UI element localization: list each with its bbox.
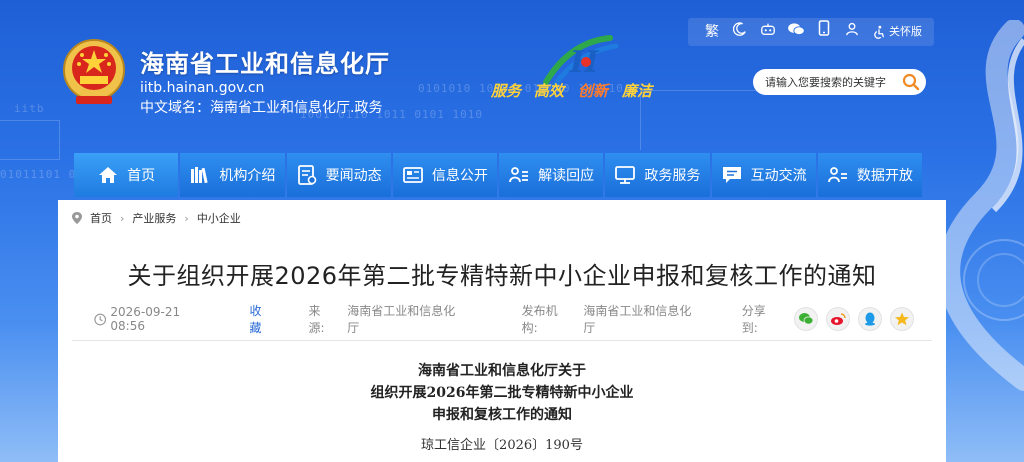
person-data-icon <box>827 167 847 183</box>
source-value: 海南省工业和信息化厅 <box>347 304 456 335</box>
document-number: 琼工信企业〔2026〕190号 <box>421 438 583 453</box>
chat-icon <box>722 167 741 183</box>
breadcrumb-industry-services[interactable]: 产业服务 <box>132 210 176 226</box>
search-input[interactable] <box>765 75 895 89</box>
source-label: 来源: <box>308 304 325 335</box>
mobile-icon[interactable] <box>810 18 838 46</box>
article-meta: 2026-09-21 08:56 收藏 来源: 海南省工业和信息化厅 发布机构:… <box>94 304 914 335</box>
clock-icon <box>94 313 107 325</box>
home-icon <box>99 167 118 183</box>
person-list-icon <box>509 167 529 183</box>
nav-item-label: 政务服务 <box>644 168 701 184</box>
user-icon[interactable] <box>838 18 866 46</box>
chinese-domain: 中文域名：海南省工业和信息化厅.政务 <box>140 100 383 116</box>
publish-date: 2026-09-21 08:56 <box>110 305 181 333</box>
nav-item-label: 首页 <box>127 168 156 184</box>
document-icon <box>297 165 316 185</box>
meta-divider <box>72 340 932 341</box>
nav-item-label: 机构介绍 <box>219 168 276 184</box>
qq-share-button[interactable] <box>857 307 882 331</box>
breadcrumb-home[interactable]: 首页 <box>90 210 112 226</box>
wechat-icon[interactable] <box>782 18 810 46</box>
circuit-decoration <box>640 90 760 150</box>
publisher-value: 海南省工业和信息化厅 <box>583 304 692 335</box>
binary-decoration: iitb <box>14 102 45 115</box>
nav-item-label: 解读回应 <box>538 168 595 184</box>
document-heading-line: 申报和复核工作的通知 <box>432 407 572 423</box>
wechat-share-button[interactable] <box>793 307 818 331</box>
slogan-service: 服务 <box>491 82 522 100</box>
nav-item-home[interactable]: 首页 <box>74 153 179 197</box>
main-nav: 首页 机构介绍 要闻动态 信息公开 解读回应 政务服务 互动交流 数据开放 <box>74 153 922 197</box>
search-icon[interactable] <box>902 73 920 91</box>
qq-share-icon <box>864 312 875 326</box>
nav-item-organization[interactable]: 机构介绍 <box>180 153 285 197</box>
qzone-share-button[interactable] <box>889 307 914 331</box>
document-heading-line: 海南省工业和信息化厅关于 <box>418 363 586 379</box>
newspaper-icon <box>402 167 423 183</box>
weibo-share-button[interactable] <box>825 307 850 331</box>
slogan-innovation: 创新 <box>578 82 609 100</box>
accessibility-icon <box>874 25 885 39</box>
care-mode-label: 关怀版 <box>889 25 922 38</box>
nav-item-label: 信息公开 <box>431 168 488 184</box>
article-title: 关于组织开展2026年第二批专精特新中小企业申报和复核工作的通知 <box>127 262 877 290</box>
publisher-label: 发布机构: <box>521 304 558 335</box>
breadcrumb: 首页 › 产业服务 › 中小企业 <box>72 210 241 226</box>
breadcrumb-separator: › <box>120 211 125 225</box>
traditional-chinese-toggle[interactable]: 繁 <box>698 18 726 46</box>
nav-item-interaction[interactable]: 互动交流 <box>711 153 816 197</box>
site-title[interactable]: 海南省工业和信息化厅 <box>140 44 390 79</box>
care-mode-link[interactable]: 关怀版 <box>872 18 922 46</box>
breadcrumb-separator: › <box>184 211 189 225</box>
monitor-icon <box>615 166 636 184</box>
moon-icon[interactable] <box>726 18 754 46</box>
wechat-share-icon <box>798 313 814 325</box>
nav-item-services[interactable]: 政务服务 <box>605 153 710 197</box>
books-icon <box>191 167 209 184</box>
slogan-efficiency: 高效 <box>534 82 565 100</box>
weibo-share-icon <box>830 313 846 325</box>
utility-bar: 繁 关怀版 <box>688 18 934 46</box>
nav-item-label: 互动交流 <box>750 168 807 184</box>
circuit-decoration <box>0 120 60 160</box>
favorite-link[interactable]: 收藏 <box>250 302 273 336</box>
national-emblem-icon <box>63 39 125 104</box>
site-domain: iitb.hainan.gov.cn <box>140 80 265 96</box>
slogan-integrity: 廉洁 <box>622 82 653 100</box>
nav-item-disclosure[interactable]: 信息公开 <box>392 153 497 197</box>
search-box <box>753 69 926 95</box>
article-card: 首页 › 产业服务 › 中小企业 关于组织开展2026年第二批专精特新中小企业申… <box>58 200 946 462</box>
location-pin-icon <box>72 212 82 224</box>
nav-item-label: 数据开放 <box>856 168 913 184</box>
share-buttons <box>793 307 914 331</box>
qzone-share-icon <box>894 312 909 326</box>
nav-item-news[interactable]: 要闻动态 <box>286 153 391 197</box>
document-heading-line: 组织开展2026年第二批专精特新中小企业 <box>370 385 634 401</box>
nav-item-open-data[interactable]: 数据开放 <box>817 153 922 197</box>
share-label: 分享到: <box>741 304 766 335</box>
nav-item-interpretation[interactable]: 解读回应 <box>499 153 604 197</box>
breadcrumb-sme[interactable]: 中小企业 <box>197 210 241 226</box>
nav-item-label: 要闻动态 <box>325 168 382 184</box>
robot-icon[interactable] <box>754 18 782 46</box>
